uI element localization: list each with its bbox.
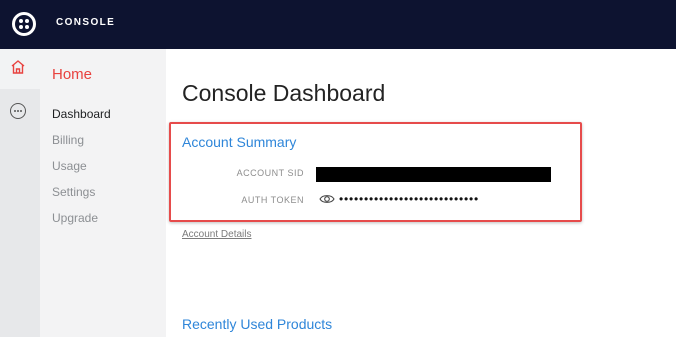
top-bar: CONSOLE <box>0 0 676 49</box>
account-sid-label: ACCOUNT SID <box>236 168 304 178</box>
sidebar: Home Dashboard Billing Usage Settings Up… <box>40 49 166 337</box>
console-title[interactable]: CONSOLE <box>56 17 115 28</box>
sidebar-item-billing[interactable]: Billing <box>52 133 84 147</box>
sidebar-header-home[interactable]: Home <box>52 66 92 83</box>
sidebar-item-dashboard[interactable]: Dashboard <box>52 107 111 121</box>
account-summary-title[interactable]: Account Summary <box>182 134 296 150</box>
home-icon <box>11 60 25 74</box>
account-sid-value-redacted <box>316 167 551 182</box>
recently-used-products-title: Recently Used Products <box>182 316 333 332</box>
sidebar-item-usage[interactable]: Usage <box>52 159 87 173</box>
auth-token-value: •••••••••••••••••••••••••••• <box>339 192 480 206</box>
more-icon[interactable] <box>10 103 26 119</box>
sidebar-item-settings[interactable]: Settings <box>52 185 95 199</box>
twilio-logo-icon[interactable] <box>12 12 36 36</box>
account-details-link[interactable]: Account Details <box>182 229 251 240</box>
main-content: Console Dashboard Account Summary ACCOUN… <box>166 49 676 337</box>
auth-token-label: AUTH TOKEN <box>241 195 304 205</box>
sidebar-item-upgrade[interactable]: Upgrade <box>52 211 98 225</box>
eye-icon[interactable] <box>319 193 335 205</box>
icon-rail <box>0 49 40 337</box>
page-title: Console Dashboard <box>182 80 386 106</box>
rail-home-button[interactable] <box>0 49 40 89</box>
